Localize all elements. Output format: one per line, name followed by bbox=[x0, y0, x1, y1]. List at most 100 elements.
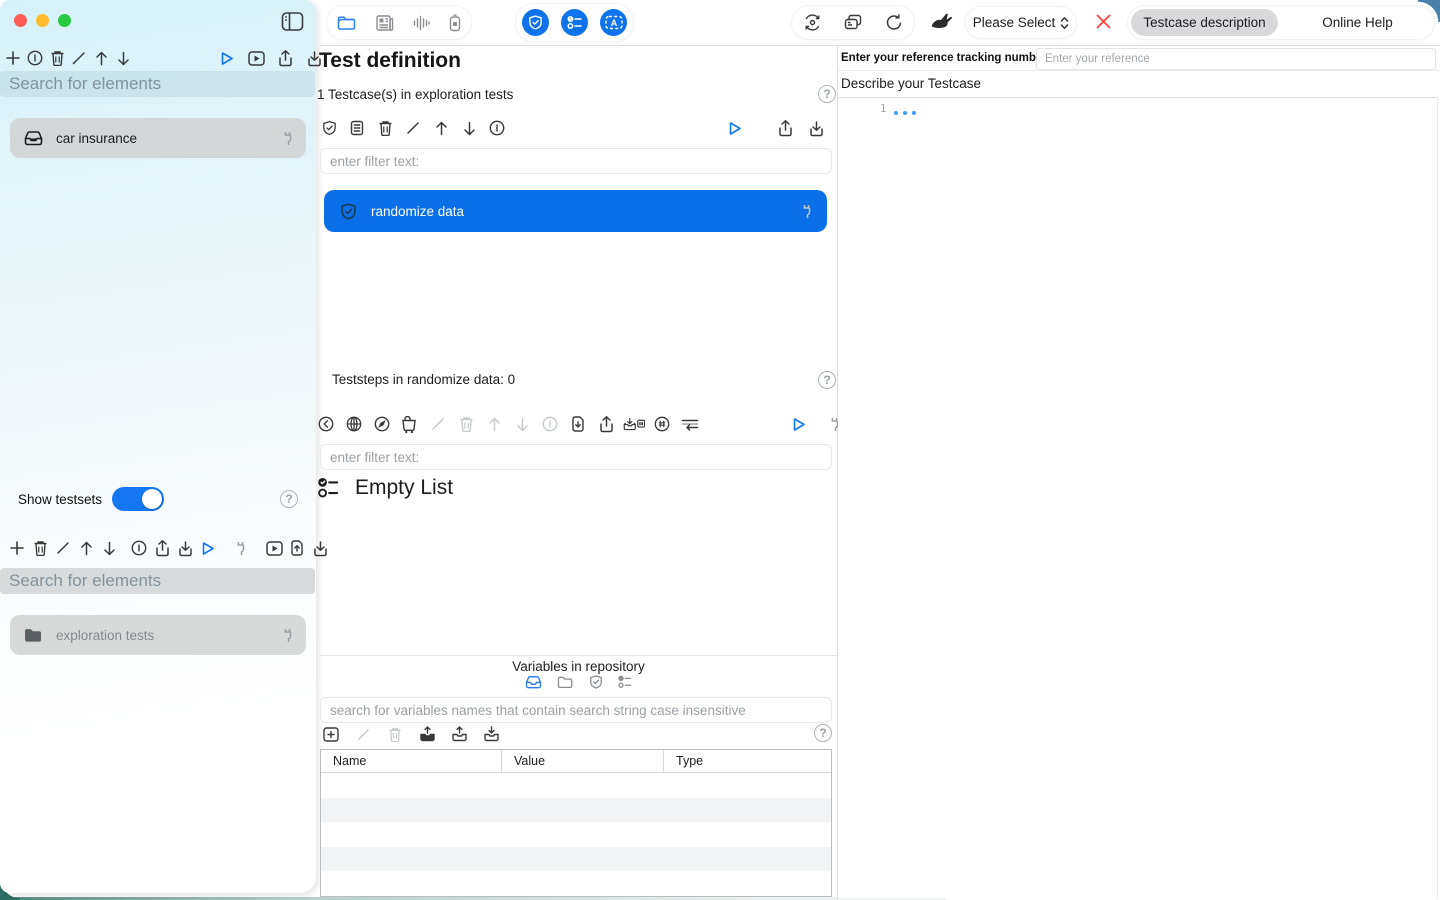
scope-repository-button[interactable] bbox=[525, 675, 542, 689]
delete-element-button[interactable] bbox=[46, 49, 68, 67]
run-box-button[interactable] bbox=[245, 49, 267, 67]
export-step-button[interactable] bbox=[595, 415, 617, 433]
move-testset-up-button[interactable] bbox=[75, 539, 97, 557]
open-folder-button[interactable] bbox=[337, 14, 357, 31]
edit-element-button[interactable] bbox=[68, 49, 90, 67]
platform-select[interactable]: Please Select bbox=[966, 7, 1076, 38]
info-testset-button[interactable] bbox=[128, 539, 150, 557]
elements-search-input[interactable] bbox=[0, 71, 315, 97]
doc-export-button[interactable] bbox=[286, 539, 308, 557]
edit-step-button[interactable] bbox=[427, 415, 449, 433]
toggle-sidebar-button[interactable] bbox=[281, 11, 304, 32]
cart-step-button[interactable] bbox=[399, 415, 421, 433]
element-item-car-insurance[interactable]: car insurance bbox=[10, 118, 306, 158]
move-element-down-button[interactable] bbox=[112, 49, 134, 67]
testcases-help-button[interactable]: ? bbox=[818, 85, 836, 103]
notes-testcase-button[interactable] bbox=[346, 119, 368, 137]
run-testcase-button[interactable] bbox=[724, 119, 746, 137]
testcase-filter-input[interactable] bbox=[320, 148, 832, 174]
tray-icon bbox=[24, 130, 43, 146]
delete-testset-button[interactable] bbox=[29, 539, 51, 557]
hash-circle-button[interactable] bbox=[651, 415, 673, 433]
add-element-button[interactable] bbox=[2, 49, 24, 67]
web-step-button[interactable] bbox=[343, 415, 365, 433]
report-button[interactable] bbox=[376, 15, 394, 31]
tray-import-hash-button[interactable] bbox=[623, 415, 645, 433]
browser-step-button[interactable] bbox=[371, 415, 393, 433]
doc-import-step-button[interactable] bbox=[567, 415, 589, 433]
add-variable-button[interactable] bbox=[320, 725, 342, 743]
testset-item-exploration-tests[interactable]: exploration tests bbox=[10, 615, 306, 655]
connector-testset-button[interactable] bbox=[229, 539, 251, 557]
back-step-button[interactable] bbox=[315, 415, 337, 433]
info-step-button[interactable] bbox=[539, 415, 561, 433]
speed-button[interactable] bbox=[929, 11, 953, 33]
battery-button[interactable] bbox=[449, 14, 461, 32]
column-header-value[interactable]: Value bbox=[501, 750, 663, 772]
import-testsets-button[interactable] bbox=[309, 539, 331, 557]
testsets-search-input[interactable] bbox=[0, 568, 315, 594]
delete-step-button[interactable] bbox=[455, 415, 477, 433]
export-testset-button[interactable] bbox=[151, 539, 173, 557]
move-step-down-button[interactable] bbox=[511, 415, 533, 433]
checklist-mode-button[interactable] bbox=[561, 9, 588, 36]
add-testset-button[interactable] bbox=[6, 539, 28, 557]
testcase-description-editor[interactable]: 1 bbox=[838, 97, 1438, 898]
export-testcase-button[interactable] bbox=[774, 119, 796, 137]
edit-testset-button[interactable] bbox=[52, 539, 74, 557]
variables-search-input[interactable] bbox=[320, 697, 832, 723]
move-testcase-up-button[interactable] bbox=[430, 119, 452, 137]
run-steps-button[interactable] bbox=[788, 415, 810, 433]
delete-testcase-button[interactable] bbox=[374, 119, 396, 137]
column-header-type[interactable]: Type bbox=[663, 750, 831, 772]
table-row[interactable] bbox=[321, 822, 831, 847]
delete-variable-button[interactable] bbox=[384, 725, 406, 743]
move-testset-down-button[interactable] bbox=[98, 539, 120, 557]
download-variables-button[interactable] bbox=[480, 725, 502, 743]
table-row[interactable] bbox=[321, 773, 831, 798]
import-testcase-button[interactable] bbox=[805, 119, 827, 137]
show-testsets-toggle[interactable] bbox=[112, 487, 164, 511]
column-header-name[interactable]: Name bbox=[321, 750, 501, 772]
edit-variable-button[interactable] bbox=[352, 725, 374, 743]
upload-variables-button[interactable] bbox=[448, 725, 470, 743]
shield-mode-button[interactable] bbox=[522, 9, 549, 36]
tab-online-help[interactable]: Online Help bbox=[1284, 9, 1431, 36]
close-session-button[interactable] bbox=[1095, 13, 1112, 30]
table-row[interactable] bbox=[321, 847, 831, 872]
table-row[interactable] bbox=[321, 871, 831, 896]
minimize-window-button[interactable] bbox=[36, 14, 49, 27]
table-row[interactable] bbox=[321, 798, 831, 823]
move-step-up-button[interactable] bbox=[483, 415, 505, 433]
testsets-help-button[interactable]: ? bbox=[280, 490, 298, 508]
edit-testcase-button[interactable] bbox=[402, 119, 424, 137]
run-box-testset-button[interactable] bbox=[263, 539, 285, 557]
info-testcase-button[interactable] bbox=[486, 119, 508, 137]
tab-testcase-description[interactable]: Testcase description bbox=[1131, 9, 1278, 36]
upload-variables-filled-button[interactable] bbox=[416, 725, 438, 743]
audio-button[interactable] bbox=[413, 15, 430, 31]
export-element-button[interactable] bbox=[274, 49, 296, 67]
zoom-window-button[interactable] bbox=[58, 14, 71, 27]
run-testset-button[interactable] bbox=[197, 539, 219, 557]
reference-input[interactable] bbox=[1036, 48, 1436, 70]
run-element-button[interactable] bbox=[216, 49, 238, 67]
scope-teststep-button[interactable] bbox=[618, 675, 633, 689]
teststep-filter-input[interactable] bbox=[320, 444, 832, 470]
close-window-button[interactable] bbox=[14, 14, 27, 27]
scope-folder-button[interactable] bbox=[557, 675, 574, 689]
move-testcase-down-button[interactable] bbox=[458, 119, 480, 137]
variables-help-button[interactable]: ? bbox=[814, 724, 832, 742]
copy-button[interactable] bbox=[844, 14, 862, 31]
teststeps-help-button[interactable]: ? bbox=[818, 371, 836, 389]
scope-testcase-button[interactable] bbox=[589, 675, 603, 689]
testcase-item-randomize-data[interactable]: randomize data bbox=[324, 190, 827, 232]
verify-testcase-button[interactable] bbox=[318, 119, 340, 137]
import-testset-button[interactable] bbox=[174, 539, 196, 557]
info-element-button[interactable] bbox=[24, 49, 46, 67]
step-list-button[interactable] bbox=[679, 415, 701, 433]
refresh-button[interactable] bbox=[885, 13, 903, 32]
text-mode-button[interactable]: A bbox=[600, 9, 627, 36]
move-element-up-button[interactable] bbox=[90, 49, 112, 67]
settings-sync-button[interactable] bbox=[803, 13, 822, 32]
